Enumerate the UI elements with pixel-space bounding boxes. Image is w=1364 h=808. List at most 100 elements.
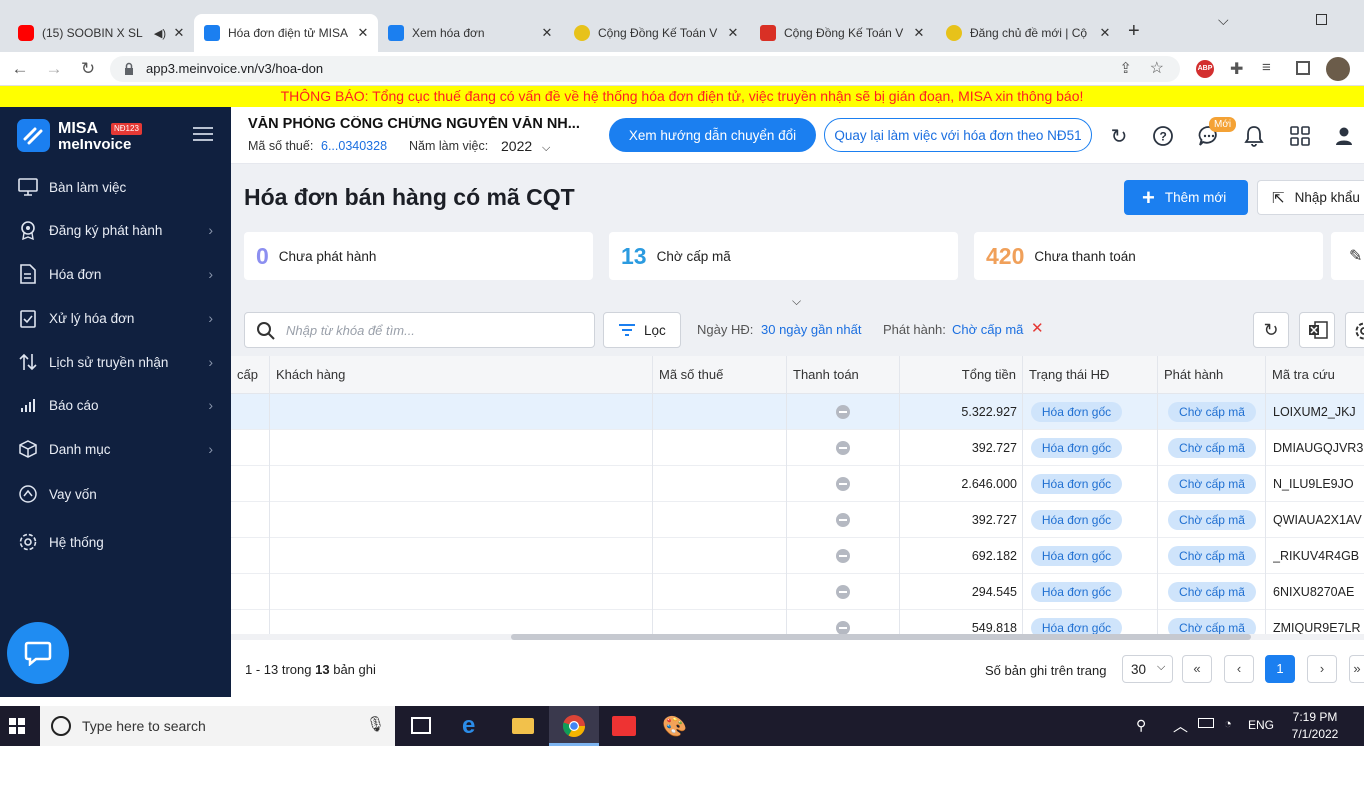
browser-tab-active[interactable]: Hóa đơn điện tử MISA ✕ bbox=[194, 14, 378, 52]
lookup-code[interactable]: LOIXUM2_JKJ bbox=[1273, 394, 1364, 430]
lookup-code[interactable]: N_ILU9LE9JO bbox=[1273, 466, 1364, 502]
prev-page-button[interactable]: ‹ bbox=[1224, 655, 1254, 683]
reload-icon[interactable]: ↻ bbox=[76, 58, 100, 80]
table-row[interactable]: 392.727 Hóa đơn gốc Chờ cấp mã QWIAUA2X1AV bbox=[231, 502, 1364, 538]
apps-grid-icon[interactable] bbox=[1287, 123, 1313, 149]
column-header[interactable]: Trạng thái HĐ bbox=[1023, 356, 1158, 394]
column-header[interactable]: Khách hàng bbox=[270, 356, 653, 394]
clear-filter-icon[interactable]: ✕ bbox=[1031, 319, 1044, 337]
table-row[interactable]: 392.727 Hóa đơn gốc Chờ cấp mã DMIAUGQJVR3 bbox=[231, 430, 1364, 466]
column-header[interactable]: Mã số thuế bbox=[653, 356, 787, 394]
date-filter-value[interactable]: 30 ngày gần nhất bbox=[761, 322, 861, 337]
column-header[interactable]: Phát hành bbox=[1158, 356, 1266, 394]
collapse-chevron-icon[interactable]: ⌵ bbox=[792, 294, 801, 309]
clock-time[interactable]: 7:19 PM bbox=[1290, 710, 1340, 724]
table-row[interactable]: 5.322.927 Hóa đơn gốc Chờ cấp mã LOIXUM2_JK… bbox=[231, 394, 1364, 430]
sidebar-item-process[interactable]: Xử lý hóa đơn › bbox=[0, 298, 231, 338]
table-row[interactable]: 2.646.000 Hóa đơn gốc Chờ cấp mã N_ILU9LE9J… bbox=[231, 466, 1364, 502]
sidebar-item-register[interactable]: Đăng ký phát hành › bbox=[0, 210, 231, 250]
lookup-code[interactable]: QWIAUA2X1AV bbox=[1273, 502, 1364, 538]
filter-button[interactable]: Lọc bbox=[603, 312, 681, 348]
close-icon[interactable]: ✕ bbox=[170, 25, 188, 41]
close-icon[interactable]: ✕ bbox=[724, 25, 742, 41]
task-view-icon[interactable] bbox=[411, 717, 431, 734]
table-row[interactable]: 294.545 Hóa đơn gốc Chờ cấp mã 6NIXU8270AE bbox=[231, 574, 1364, 610]
search-input[interactable]: Nhập từ khóa để tìm... bbox=[244, 312, 595, 348]
sidebar-item-invoice[interactable]: Hóa đơn › bbox=[0, 254, 231, 294]
taskbar-search-box[interactable]: Type here to search 🎙 bbox=[40, 706, 395, 746]
add-new-button[interactable]: + Thêm mới bbox=[1124, 180, 1248, 215]
chat-support-button[interactable] bbox=[7, 622, 69, 684]
user-icon[interactable] bbox=[1331, 123, 1357, 149]
forward-arrow-icon[interactable]: → bbox=[42, 58, 66, 80]
excel-export-button[interactable] bbox=[1299, 312, 1335, 348]
windows-start-icon[interactable] bbox=[9, 718, 25, 734]
browser-tab[interactable]: Cộng Đồng Kế Toán V ✕ bbox=[750, 18, 934, 48]
sidebar-item-history[interactable]: Lịch sử truyền nhận › bbox=[0, 342, 231, 382]
stat-pending-code[interactable]: 13 Chờ cấp mã bbox=[609, 232, 958, 280]
paint-icon[interactable]: 🎨 bbox=[662, 714, 687, 739]
lookup-code[interactable]: _RIKUV4R4GB bbox=[1273, 538, 1364, 574]
microphone-icon[interactable]: 🎙 bbox=[366, 715, 385, 733]
media-icon[interactable]: ≡ bbox=[1262, 59, 1271, 76]
star-icon[interactable]: ☆ bbox=[1150, 58, 1164, 78]
tray-chevron-icon[interactable]: ︿ bbox=[1173, 715, 1188, 736]
maximize-button[interactable] bbox=[1316, 14, 1327, 25]
file-explorer-icon[interactable] bbox=[512, 718, 534, 734]
close-icon[interactable]: ✕ bbox=[910, 25, 928, 41]
sidebar-item-system[interactable]: Hệ thống bbox=[0, 522, 231, 562]
help-icon[interactable]: ? bbox=[1150, 123, 1176, 149]
battery-icon[interactable] bbox=[1198, 718, 1214, 728]
page-number-button[interactable]: 1 bbox=[1265, 655, 1295, 683]
clock-date[interactable]: 7/1/2022 bbox=[1286, 727, 1344, 741]
chevron-down-icon[interactable]: ⌵ bbox=[1218, 12, 1229, 29]
sidebar-item-loan[interactable]: Vay vốn bbox=[0, 474, 231, 514]
stat-unpaid[interactable]: 420 Chưa thanh toán bbox=[974, 232, 1323, 280]
lookup-code[interactable]: DMIAUGQJVR3 bbox=[1273, 430, 1364, 466]
table-settings-button[interactable] bbox=[1345, 312, 1364, 348]
hamburger-icon[interactable] bbox=[193, 127, 213, 141]
sidebar-item-report[interactable]: Báo cáo › bbox=[0, 385, 231, 425]
speaker-icon[interactable]: ◀) bbox=[154, 27, 166, 40]
per-page-select[interactable]: 30 ⌵ bbox=[1122, 655, 1173, 683]
issue-filter-value[interactable]: Chờ cấp mã bbox=[952, 322, 1023, 337]
new-tab-button[interactable]: + bbox=[1128, 20, 1140, 43]
edge-icon[interactable]: e bbox=[462, 712, 475, 740]
refresh-icon[interactable]: ↻ bbox=[1106, 123, 1132, 149]
close-icon[interactable]: ✕ bbox=[1096, 25, 1114, 41]
extensions-icon[interactable]: ✚ bbox=[1230, 59, 1243, 79]
column-header[interactable]: Tổng tiền bbox=[900, 356, 1023, 394]
adblock-icon[interactable]: ABP bbox=[1196, 60, 1214, 78]
first-page-button[interactable]: « bbox=[1182, 655, 1212, 683]
table-row[interactable]: 692.182 Hóa đơn gốc Chờ cấp mã _RIKUV4R4GB bbox=[231, 538, 1364, 574]
sidebar-item-category[interactable]: Danh mục › bbox=[0, 429, 231, 469]
year-select[interactable]: 2022 ⌵ bbox=[501, 138, 550, 155]
app-icon[interactable] bbox=[612, 716, 636, 736]
guide-button[interactable]: Xem hướng dẫn chuyển đổi bbox=[609, 118, 816, 152]
column-header[interactable]: cấp bbox=[231, 356, 270, 394]
avatar[interactable] bbox=[1326, 57, 1350, 81]
share-icon[interactable]: ⇪ bbox=[1119, 59, 1132, 77]
browser-tab[interactable]: Đăng chủ đề mới | Cộ ✕ bbox=[936, 18, 1120, 48]
back-arrow-icon[interactable]: ← bbox=[8, 58, 32, 80]
sidebar-item-workspace[interactable]: Bàn làm việc bbox=[0, 167, 231, 207]
stat-edit[interactable]: ✎ bbox=[1331, 232, 1364, 280]
url-field[interactable]: app3.meinvoice.vn/v3/hoa-don ⇪ ☆ bbox=[110, 56, 1180, 82]
people-icon[interactable]: ⚲ bbox=[1136, 717, 1146, 734]
browser-tab[interactable]: Cộng Đồng Kế Toán V ✕ bbox=[564, 18, 748, 48]
column-header[interactable]: Thanh toán bbox=[787, 356, 900, 394]
last-page-button[interactable]: » bbox=[1349, 655, 1364, 683]
close-icon[interactable]: ✕ bbox=[538, 25, 556, 41]
close-icon[interactable]: ✕ bbox=[354, 25, 372, 41]
sidepanel-icon[interactable] bbox=[1296, 61, 1310, 75]
column-header[interactable]: Mã tra cứu bbox=[1266, 356, 1364, 394]
lookup-code[interactable]: 6NIXU8270AE bbox=[1273, 574, 1364, 610]
chrome-taskbar-item[interactable] bbox=[549, 706, 599, 746]
browser-tab[interactable]: Xem hóa đơn ✕ bbox=[378, 18, 562, 48]
refresh-table-button[interactable]: ↻ bbox=[1253, 312, 1289, 348]
stat-unissued[interactable]: 0 Chưa phát hành bbox=[244, 232, 593, 280]
import-button[interactable]: ⇱ Nhập khẩu bbox=[1257, 180, 1364, 215]
back-nd51-button[interactable]: Quay lại làm việc với hóa đơn theo NĐ51 bbox=[824, 118, 1092, 152]
next-page-button[interactable]: › bbox=[1307, 655, 1337, 683]
wifi-icon[interactable]: ◔ bbox=[1224, 716, 1232, 731]
